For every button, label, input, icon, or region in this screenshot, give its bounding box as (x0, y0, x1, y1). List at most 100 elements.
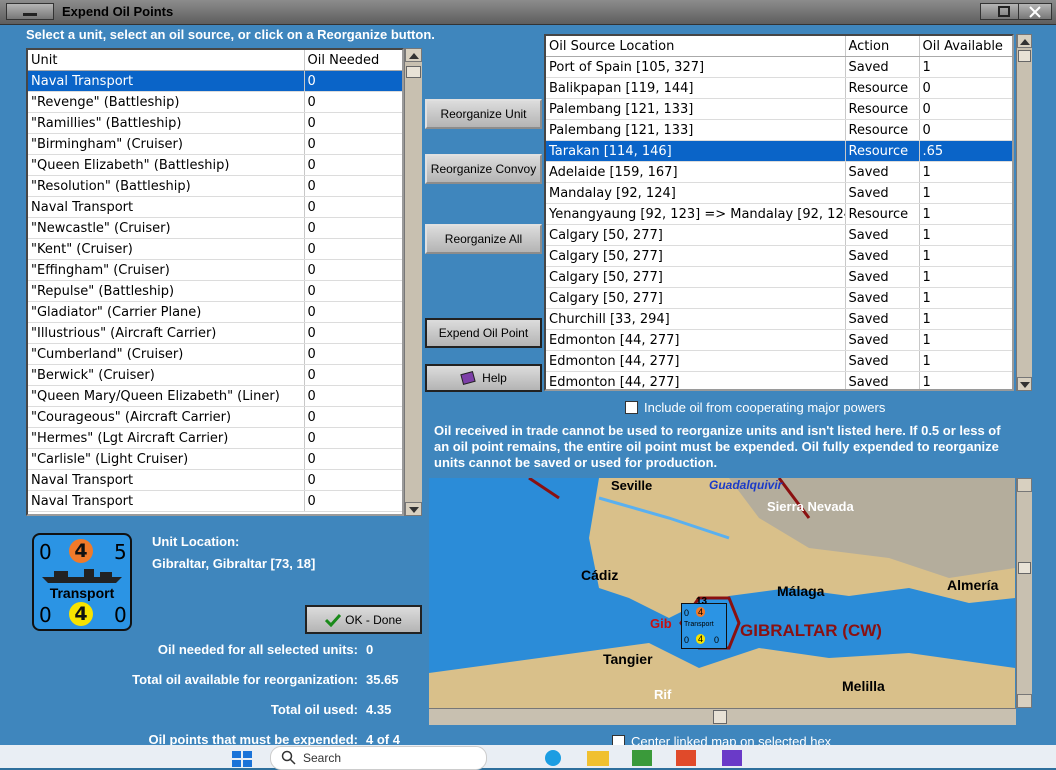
oil-source-row[interactable]: Calgary [50, 277] Saved 1 (546, 287, 1012, 309)
oil-source-row[interactable]: Churchill [33, 294] Saved 1 (546, 308, 1012, 330)
unit-row[interactable]: "Berwick" (Cruiser) 0 (28, 364, 402, 386)
oil-source-row[interactable]: Tarakan [114, 146] Resource .65 (546, 140, 1012, 162)
close-button[interactable] (1018, 3, 1052, 20)
instruction-text: Select a unit, select an oil source, or … (26, 27, 435, 42)
oil-source-row-cell: 1 (919, 308, 1012, 330)
oil-needed-column-header[interactable]: Oil Needed (304, 50, 402, 71)
unit-row[interactable]: "Carlisle" (Light Cruiser) 0 (28, 448, 402, 470)
help-button[interactable]: Help (425, 364, 542, 392)
ok-done-label: OK - Done (345, 612, 402, 627)
edge-icon[interactable] (545, 750, 561, 766)
unit-column-header[interactable]: Unit (28, 50, 305, 71)
unit-row[interactable]: Naval Transport 0 (28, 196, 402, 218)
oil-source-row-cell: Saved (845, 56, 920, 78)
oil-source-row[interactable]: Calgary [50, 277] Saved 1 (546, 245, 1012, 267)
scroll-up-arrow[interactable] (1017, 34, 1032, 48)
unit-row-cell: "Carlisle" (Light Cruiser) (28, 448, 305, 470)
unit-list-scrollbar[interactable] (404, 48, 422, 516)
unit-row[interactable]: "Kent" (Cruiser) 0 (28, 238, 402, 260)
unit-row[interactable]: "Revenge" (Battleship) 0 (28, 91, 402, 113)
action-column-header[interactable]: Action (845, 36, 920, 57)
unit-row-cell: 0 (304, 301, 402, 323)
unit-row[interactable]: "Courageous" (Aircraft Carrier) 0 (28, 406, 402, 428)
oil-source-row[interactable]: Calgary [50, 277] Saved 1 (546, 266, 1012, 288)
oil-source-row-cell: 0 (919, 77, 1012, 99)
oil-source-row[interactable]: Balikpapan [119, 144] Resource 0 (546, 77, 1012, 99)
include-coop-checkbox[interactable] (625, 401, 638, 414)
app-icon[interactable] (632, 750, 652, 766)
ok-done-button[interactable]: OK - Done (305, 605, 422, 634)
oil-source-row-cell: 1 (919, 329, 1012, 351)
map-label-gibraltar: GIBRALTAR (CW) (740, 621, 882, 640)
scroll-down-arrow[interactable] (1017, 694, 1032, 708)
scroll-thumb[interactable] (713, 710, 727, 724)
oil-source-row[interactable]: Mandalay [92, 124] Saved 1 (546, 182, 1012, 204)
oil-available-column-header[interactable]: Oil Available (919, 36, 1012, 57)
stack-unit-name: Transport (684, 621, 714, 628)
oil-source-row[interactable]: Edmonton [44, 277] Saved 1 (546, 371, 1012, 389)
map-unit-stack[interactable]: 13 0 4 Transport 0 4 0 (681, 596, 727, 649)
scroll-up-arrow[interactable] (1017, 478, 1032, 492)
oil-source-row[interactable]: Adelaide [159, 167] Saved 1 (546, 161, 1012, 183)
unit-row[interactable]: Naval Transport 0 (28, 70, 402, 92)
oil-source-row[interactable]: Yenangyaung [92, 123] => Mandalay [92, 1… (546, 203, 1012, 225)
oil-source-row[interactable]: Edmonton [44, 277] Saved 1 (546, 350, 1012, 372)
oil-source-row[interactable]: Edmonton [44, 277] Saved 1 (546, 329, 1012, 351)
unit-row-cell: 0 (304, 196, 402, 218)
scroll-down-arrow[interactable] (1017, 377, 1032, 391)
scroll-thumb[interactable] (1018, 562, 1031, 574)
oil-source-list[interactable]: Oil Source Location Action Oil Available… (544, 34, 1014, 391)
reorganize-convoy-button[interactable]: Reorganize Convoy (425, 154, 542, 184)
reorganize-unit-button[interactable]: Reorganize Unit (425, 99, 542, 129)
unit-row[interactable]: "Gladiator" (Carrier Plane) 0 (28, 301, 402, 323)
map-vertical-scrollbar[interactable] (1016, 478, 1032, 708)
file-explorer-icon[interactable] (587, 751, 609, 766)
unit-row[interactable]: "Hermes" (Lgt Aircraft Carrier) 0 (28, 427, 402, 449)
oil-source-row-cell: Saved (845, 350, 920, 372)
include-coop-checkbox-row[interactable]: Include oil from cooperating major power… (625, 400, 885, 415)
unit-row-cell: "Berwick" (Cruiser) (28, 364, 305, 386)
oil-source-row-cell: Resource (845, 203, 920, 225)
unit-row-cell: "Cumberland" (Cruiser) (28, 343, 305, 365)
windows-start-icon[interactable] (232, 751, 252, 767)
counter-bottom-left: 0 (39, 603, 52, 627)
reorganize-all-button[interactable]: Reorganize All (425, 224, 542, 254)
oil-source-row[interactable]: Palembang [121, 133] Resource 0 (546, 119, 1012, 141)
linked-map[interactable]: 13 0 4 Transport 0 4 0 Seville Guadalqui… (429, 478, 1015, 708)
unit-row[interactable]: Naval Transport 0 (28, 490, 402, 512)
unit-row-cell: 0 (304, 448, 402, 470)
arrow-up-icon (409, 53, 419, 59)
minimize-button[interactable] (6, 3, 54, 20)
unit-row[interactable]: "Ramillies" (Battleship) 0 (28, 112, 402, 134)
unit-row[interactable]: "Resolution" (Battleship) 0 (28, 175, 402, 197)
oil-list-scrollbar[interactable] (1016, 34, 1032, 391)
expend-oil-point-button[interactable]: Expend Oil Point (425, 318, 542, 348)
oil-source-column-header[interactable]: Oil Source Location (546, 36, 846, 57)
oil-source-row-cell: Calgary [50, 277] (546, 245, 846, 267)
unit-row[interactable]: "Queen Mary/Queen Elizabeth" (Liner) 0 (28, 385, 402, 407)
unit-row[interactable]: "Effingham" (Cruiser) 0 (28, 259, 402, 281)
unit-list[interactable]: Unit Oil Needed Naval Transport 0 "Revenge… (26, 48, 404, 516)
taskbar-search[interactable]: Search (270, 746, 487, 770)
app-icon[interactable] (676, 750, 696, 766)
scroll-thumb[interactable] (1018, 50, 1031, 62)
oil-source-row[interactable]: Calgary [50, 277] Saved 1 (546, 224, 1012, 246)
unit-row[interactable]: "Illustrious" (Aircraft Carrier) 0 (28, 322, 402, 344)
include-coop-label: Include oil from cooperating major power… (644, 400, 886, 415)
game-icon[interactable] (722, 750, 742, 766)
unit-row[interactable]: "Repulse" (Battleship) 0 (28, 280, 402, 302)
unit-row[interactable]: Naval Transport 0 (28, 469, 402, 491)
scroll-down-arrow[interactable] (405, 502, 422, 516)
unit-row[interactable]: "Queen Elizabeth" (Battleship) 0 (28, 154, 402, 176)
scroll-thumb[interactable] (406, 66, 421, 78)
scroll-up-arrow[interactable] (405, 48, 422, 62)
unit-row[interactable]: "Birmingham" (Cruiser) 0 (28, 133, 402, 155)
unit-row[interactable]: "Cumberland" (Cruiser) 0 (28, 343, 402, 365)
unit-row-cell: "Queen Mary/Queen Elizabeth" (Liner) (28, 385, 305, 407)
oil-source-row[interactable]: Palembang [121, 133] Resource 0 (546, 98, 1012, 120)
unit-row-cell: 0 (304, 280, 402, 302)
oil-source-row[interactable]: Port of Spain [105, 327] Saved 1 (546, 56, 1012, 78)
oil-source-row-cell: 1 (919, 161, 1012, 183)
map-horizontal-scrollbar[interactable] (429, 708, 1016, 725)
unit-row[interactable]: "Newcastle" (Cruiser) 0 (28, 217, 402, 239)
